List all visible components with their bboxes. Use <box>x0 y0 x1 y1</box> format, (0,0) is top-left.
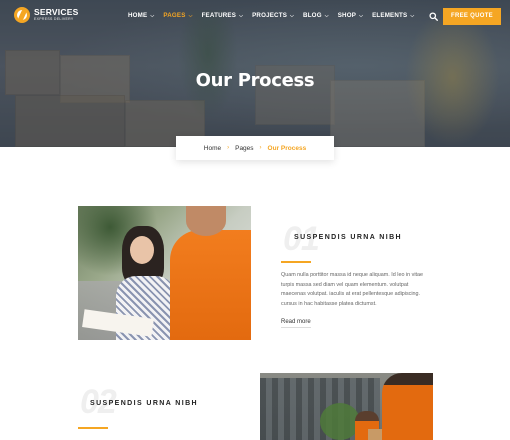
breadcrumb-pages-link[interactable]: Pages <box>235 145 253 152</box>
image-woman-face <box>130 236 154 264</box>
chevron-down-icon: ⌵ <box>324 12 329 19</box>
site-logo[interactable]: SERVICES EXPRESS DELIVERY <box>14 7 78 23</box>
nav-item-label: ELEMENTS <box>372 12 408 19</box>
accent-divider <box>281 261 311 263</box>
image-courier <box>170 230 251 340</box>
nav-item-home[interactable]: HOME ⌵ <box>128 12 154 19</box>
logo-tagline: EXPRESS DELIVERY <box>34 17 74 21</box>
step-description: Quam nulla porttitor massa id neque aliq… <box>281 272 424 307</box>
nav-item-elements[interactable]: ELEMENTS ⌵ <box>372 12 414 19</box>
logo-icon <box>14 7 30 23</box>
main-navigation: SERVICES EXPRESS DELIVERY HOME ⌵ PAGES ⌵ F… <box>0 0 510 32</box>
step-1-image <box>78 206 251 340</box>
nav-item-label: FEATURES <box>201 12 237 19</box>
chevron-right-icon: › <box>259 145 262 151</box>
accent-divider <box>78 427 108 429</box>
nav-item-label: BLOG <box>303 12 322 19</box>
nav-item-label: PROJECTS <box>252 12 288 19</box>
chevron-down-icon: ⌵ <box>290 12 295 19</box>
breadcrumb: Home › Pages › Our Process <box>176 136 334 160</box>
page-title: Our Process <box>195 70 315 91</box>
nav-item-shop[interactable]: SHOP ⌵ <box>338 12 363 19</box>
nav-item-blog[interactable]: BLOG ⌵ <box>303 12 329 19</box>
nav-item-pages[interactable]: PAGES ⌵ <box>163 12 192 19</box>
breadcrumb-current: Our Process <box>267 144 307 152</box>
step-title: SUSPENDIS URNA NIBH <box>294 234 403 241</box>
nav-item-projects[interactable]: PROJECTS ⌵ <box>252 12 294 19</box>
image-foliage <box>320 403 360 440</box>
free-quote-button[interactable]: FREE QUOTE <box>443 8 501 25</box>
breadcrumb-home-link[interactable]: Home <box>204 145 221 152</box>
image-courier-head <box>186 206 226 236</box>
chevron-down-icon: ⌵ <box>410 12 415 19</box>
logo-name: SERVICES <box>34 7 79 17</box>
chevron-down-icon: ⌵ <box>188 12 193 19</box>
nav-item-label: HOME <box>128 12 148 19</box>
chevron-down-icon: ⌵ <box>150 12 155 19</box>
image-courier <box>382 373 433 440</box>
nav-item-label: SHOP <box>337 12 357 19</box>
nav-item-features[interactable]: FEATURES ⌵ <box>202 12 244 19</box>
nav-menu: HOME ⌵ PAGES ⌵ FEATURES ⌵ PROJECTS ⌵ BLOG ⌵ S… <box>128 12 423 19</box>
nav-item-label: PAGES <box>163 12 186 19</box>
chevron-down-icon: ⌵ <box>359 12 364 19</box>
step-title: SUSPENDIS URNA NIBH <box>90 400 199 407</box>
chevron-right-icon: › <box>227 145 230 151</box>
step-2-image <box>260 373 433 440</box>
chevron-down-icon: ⌵ <box>239 12 244 19</box>
search-icon[interactable] <box>429 12 438 21</box>
logo-text: SERVICES EXPRESS DELIVERY <box>34 8 78 22</box>
read-more-link[interactable]: Read more <box>281 319 311 328</box>
